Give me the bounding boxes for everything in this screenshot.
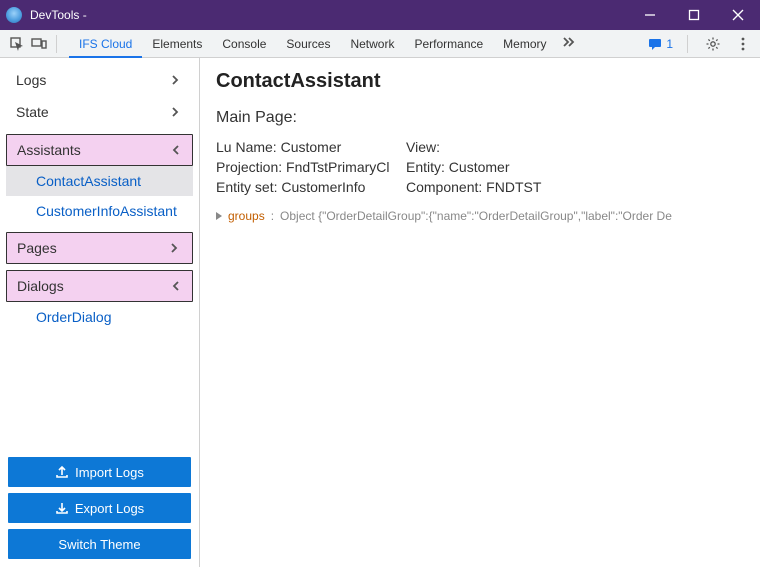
section-dialogs[interactable]: Dialogs — [6, 270, 193, 302]
export-logs-button[interactable]: Export Logs — [8, 493, 191, 523]
section-label: Pages — [17, 240, 57, 256]
kv-component: Component: FNDTST — [406, 179, 606, 195]
devtools-toolbar: IFS Cloud Elements Console Sources Netwo… — [0, 30, 760, 58]
section-assistants[interactable]: Assistants — [6, 134, 193, 166]
window-maximize[interactable] — [672, 0, 716, 30]
tab-elements[interactable]: Elements — [142, 30, 212, 58]
tab-ifs-cloud[interactable]: IFS Cloud — [69, 30, 142, 58]
groups-expand-row[interactable]: groups: Object {"OrderDetailGroup":{"nam… — [216, 209, 744, 223]
kebab-menu-icon[interactable] — [732, 33, 754, 55]
button-label: Export Logs — [75, 501, 144, 516]
kv-projection: Projection: FndTstPrimaryCl — [216, 159, 406, 175]
window-close[interactable] — [716, 0, 760, 30]
tab-memory[interactable]: Memory — [493, 30, 556, 58]
button-label: Switch Theme — [58, 537, 140, 552]
window-titlebar: DevTools - — [0, 0, 760, 30]
kv-view: View: — [406, 139, 606, 155]
expand-value: Object {"OrderDetailGroup":{"name":"Orde… — [280, 209, 744, 223]
switch-theme-button[interactable]: Switch Theme — [8, 529, 191, 559]
content-pane: ContactAssistant Main Page: Lu Name: Cus… — [200, 58, 760, 567]
sidebar: Logs State Assistants ContactAssistant C… — [0, 58, 200, 567]
kv-entity-set: Entity set: CustomerInfo — [216, 179, 406, 195]
chevron-down-icon — [168, 279, 182, 293]
page-subtitle: Main Page: — [216, 109, 744, 127]
import-logs-button[interactable]: Import Logs — [8, 457, 191, 487]
tab-sources[interactable]: Sources — [276, 30, 340, 58]
chevron-down-icon — [168, 143, 182, 157]
device-toggle-icon[interactable] — [28, 33, 50, 55]
more-tabs-icon[interactable] — [557, 30, 579, 52]
separator — [687, 35, 688, 53]
page-title: ContactAssistant — [216, 70, 744, 93]
section-pages[interactable]: Pages — [6, 232, 193, 264]
details-grid: Lu Name: Customer View: Projection: FndT… — [216, 139, 744, 195]
section-label: Logs — [16, 72, 46, 88]
messages-count: 1 — [666, 37, 673, 51]
sidebar-item-customerinfoassistant[interactable]: CustomerInfoAssistant — [6, 196, 193, 226]
inspect-icon[interactable] — [6, 33, 28, 55]
chevron-right-icon — [169, 105, 183, 119]
kv-lu-name: Lu Name: Customer — [216, 139, 406, 155]
button-label: Import Logs — [75, 465, 144, 480]
devtools-tabs: IFS Cloud Elements Console Sources Netwo… — [69, 30, 579, 58]
chevron-right-icon — [168, 241, 182, 255]
tab-network[interactable]: Network — [340, 30, 404, 58]
sidebar-item-contactassistant[interactable]: ContactAssistant — [6, 166, 193, 196]
window-title: DevTools - — [30, 8, 87, 22]
section-label: State — [16, 104, 49, 120]
tab-console[interactable]: Console — [212, 30, 276, 58]
section-label: Assistants — [17, 142, 81, 158]
settings-gear-icon[interactable] — [702, 33, 724, 55]
messages-indicator[interactable]: 1 — [648, 37, 673, 51]
sidebar-item-orderdialog[interactable]: OrderDialog — [6, 302, 193, 332]
kv-entity: Entity: Customer — [406, 159, 606, 175]
tab-performance[interactable]: Performance — [404, 30, 493, 58]
triangle-right-icon[interactable] — [216, 212, 222, 220]
separator — [56, 35, 57, 53]
expand-key: groups — [228, 209, 265, 223]
section-state[interactable]: State — [6, 96, 193, 128]
chevron-right-icon — [169, 73, 183, 87]
section-logs[interactable]: Logs — [6, 64, 193, 96]
window-minimize[interactable] — [628, 0, 672, 30]
section-label: Dialogs — [17, 278, 64, 294]
chrome-icon — [6, 7, 22, 23]
